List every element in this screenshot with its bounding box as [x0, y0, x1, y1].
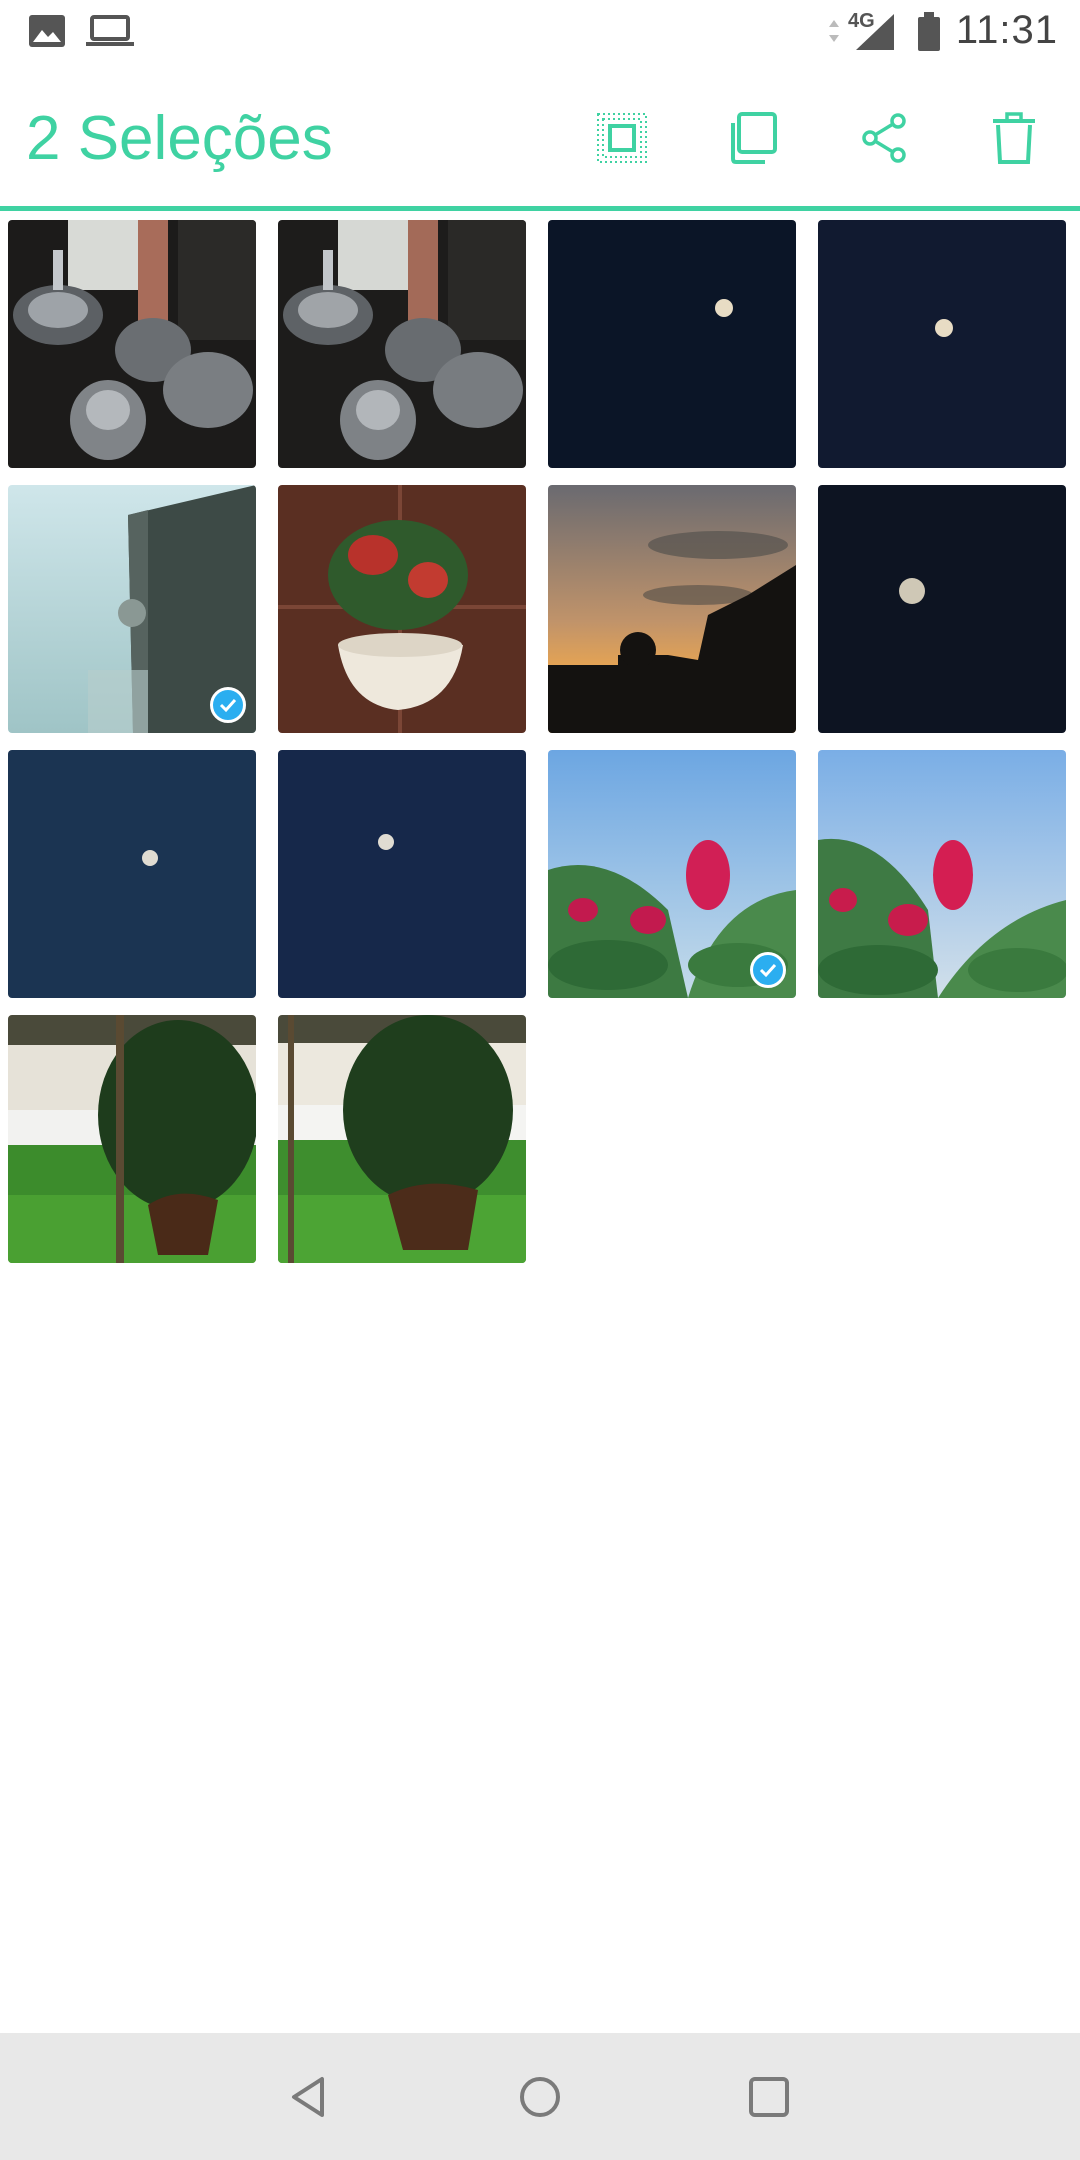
sunset-photo — [548, 485, 796, 733]
photo-thumbnail[interactable] — [278, 220, 526, 468]
recents-icon — [749, 2077, 789, 2117]
recents-button[interactable] — [741, 2069, 797, 2125]
photo-thumbnail[interactable] — [278, 485, 526, 733]
selection-action-bar: 2 Seleções — [0, 64, 1080, 211]
copy-icon — [731, 112, 777, 164]
photo-thumbnail[interactable] — [8, 1015, 256, 1263]
share-icon — [862, 113, 906, 163]
photo-thumbnail[interactable] — [818, 485, 1066, 733]
laptop-icon — [86, 15, 134, 46]
selected-check-badge — [210, 687, 246, 723]
data-arrows-icon — [829, 20, 839, 42]
clock: 11:31 — [955, 8, 1058, 52]
select-all-icon — [597, 113, 647, 163]
battery-icon — [918, 12, 940, 51]
photo-thumbnail[interactable] — [8, 220, 256, 468]
photo-thumbnail[interactable] — [278, 1015, 526, 1263]
selection-count-title: 2 Seleções — [26, 104, 333, 173]
select-all-button[interactable] — [592, 108, 652, 168]
glassware-photo — [278, 220, 526, 468]
home-icon — [520, 2077, 560, 2117]
flowers-photo — [818, 750, 1066, 998]
garden-photo — [8, 1015, 256, 1263]
photo-thumbnail[interactable] — [818, 750, 1066, 998]
moon-photo — [278, 750, 526, 998]
back-button[interactable] — [282, 2069, 338, 2125]
moon-photo — [818, 220, 1066, 468]
home-button[interactable] — [512, 2069, 568, 2125]
checkmark-icon — [759, 963, 777, 978]
glassware-photo — [8, 220, 256, 468]
navigation-bar — [0, 2033, 1080, 2160]
photo-thumbnail[interactable] — [548, 485, 796, 733]
checkmark-icon — [219, 698, 237, 713]
photo-thumbnail[interactable] — [8, 750, 256, 998]
moon-photo — [8, 750, 256, 998]
potted-plant-photo — [278, 485, 526, 733]
photo-thumbnail[interactable] — [548, 750, 796, 998]
signal-icon — [856, 14, 894, 50]
trash-icon — [993, 112, 1035, 164]
back-icon — [292, 2077, 324, 2117]
copy-button[interactable] — [722, 108, 782, 168]
image-icon — [29, 15, 65, 47]
photo-thumbnail[interactable] — [818, 220, 1066, 468]
photo-thumbnail[interactable] — [8, 485, 256, 733]
share-button[interactable] — [854, 108, 914, 168]
garden-photo — [278, 1015, 526, 1263]
moon-photo — [818, 485, 1066, 733]
delete-button[interactable] — [984, 108, 1044, 168]
status-bar: 4G 11:31 — [0, 0, 1080, 64]
photo-thumbnail[interactable] — [548, 220, 796, 468]
selected-check-badge — [750, 952, 786, 988]
moon-photo — [548, 220, 796, 468]
photo-thumbnail[interactable] — [278, 750, 526, 998]
